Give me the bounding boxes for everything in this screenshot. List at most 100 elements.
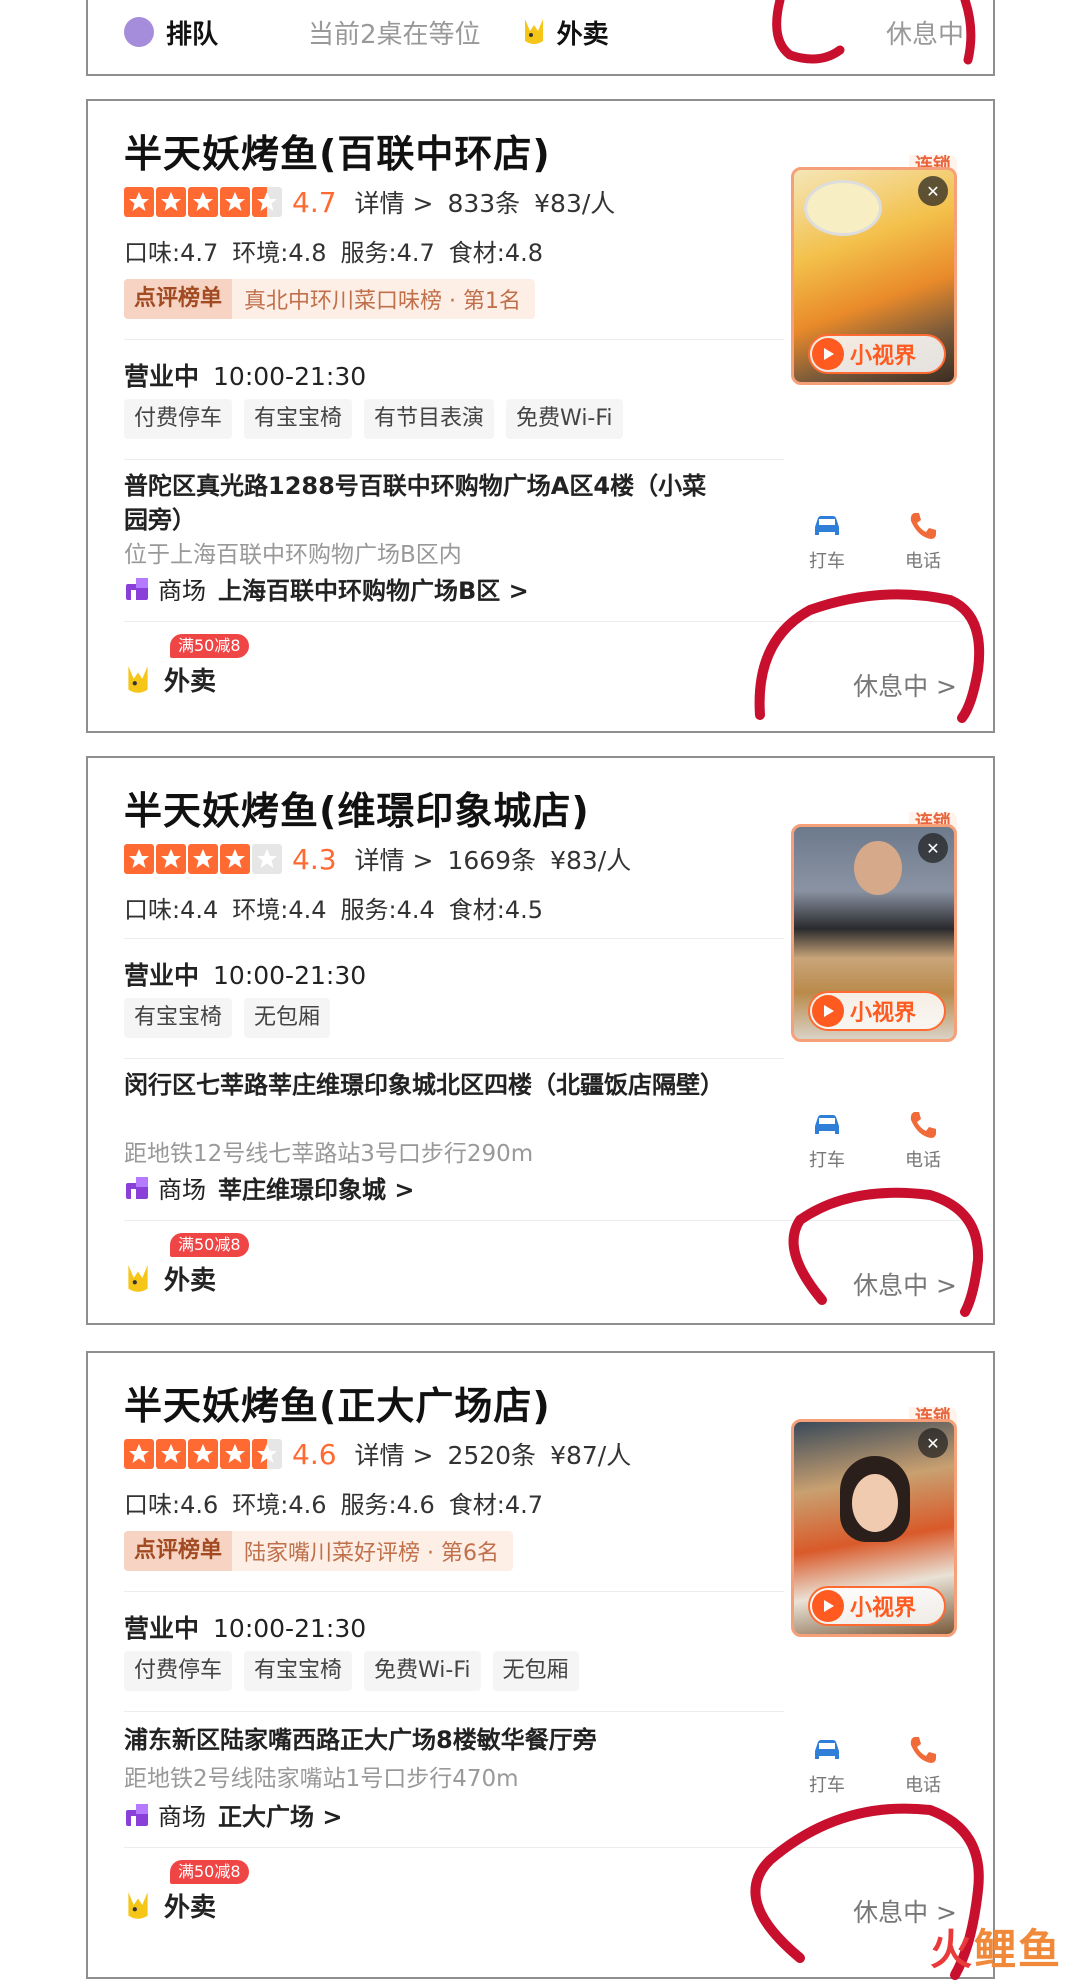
takeout-status[interactable]: 休息中: [886, 14, 964, 51]
play-icon: [812, 338, 844, 370]
takeout-row[interactable]: 外卖: [124, 1260, 216, 1297]
takeout-status[interactable]: 休息中 >: [853, 1266, 957, 1302]
sub-score: 环境:4.8: [232, 239, 327, 267]
ranking-banner[interactable]: 点评榜单 真北中环川菜口味榜 · 第1名: [124, 279, 535, 319]
ranking-banner[interactable]: 点评榜单 陆家嘴川菜好评榜 · 第6名: [124, 1531, 513, 1571]
divider: [124, 621, 964, 622]
star-icon: [188, 844, 218, 874]
takeout-label: 外卖: [164, 1266, 217, 1296]
details-link[interactable]: 详情 >: [355, 841, 434, 877]
sub-score: 口味:4.4: [124, 896, 219, 924]
facility-tag: 付费停车: [124, 399, 233, 439]
sub-scores: 口味:4.4 环境:4.4 服务:4.4 食材:4.5: [124, 890, 543, 925]
close-icon[interactable]: ✕: [918, 833, 948, 863]
restaurant-title[interactable]: 半天妖烤鱼(正大广场店): [124, 1375, 551, 1430]
details-link[interactable]: 详情 >: [355, 184, 434, 220]
star-icon: [156, 844, 186, 874]
sub-score: 服务:4.6: [340, 1491, 435, 1519]
video-label: 小视界: [850, 344, 917, 369]
video-thumbnail[interactable]: ✕ 小视界: [791, 824, 957, 1042]
restaurant-card-partial[interactable]: 排队 当前2桌在等位 外卖 休息中: [86, 0, 995, 76]
ranking-badge: 点评榜单: [124, 279, 233, 319]
facility-tag: 付费停车: [124, 1651, 233, 1691]
mall-link[interactable]: 商场 上海百联中环购物广场B区 >: [124, 571, 529, 606]
watermark-logo: 火鲤鱼: [930, 1916, 1062, 1977]
play-icon: [812, 995, 844, 1027]
hours-range: 10:00-21:30: [213, 961, 367, 990]
restaurant-card[interactable]: 半天妖烤鱼(正大广场店) 4.6 详情 > 2520条 ¥87/人 口味:4.6…: [86, 1351, 995, 1979]
close-icon[interactable]: ✕: [918, 1428, 948, 1458]
sub-score: 食材:4.5: [448, 896, 544, 924]
sub-scores: 口味:4.6 环境:4.6 服务:4.6 食材:4.7: [124, 1485, 543, 1520]
address[interactable]: 闵行区七莘路莘庄维璟印象城北区四楼（北疆饭店隔壁）: [124, 1068, 724, 1102]
price-per-person: ¥87/人: [550, 1441, 632, 1470]
video-thumbnail[interactable]: ✕ 小视界: [791, 167, 957, 385]
mall-label: 商场: [158, 1803, 206, 1831]
phone-icon: [910, 1737, 936, 1763]
sub-score: 口味:4.7: [124, 239, 219, 267]
half-star-icon: [252, 1439, 282, 1469]
nearby-info: 距地铁2号线陆家嘴站1号口步行470m: [124, 1766, 519, 1792]
action-buttons: 打车 电话: [799, 1733, 951, 1797]
star-rating: [124, 1439, 282, 1469]
restaurant-title[interactable]: 半天妖烤鱼(百联中环店): [124, 123, 551, 178]
mall-link[interactable]: 商场 莘庄维璟印象城 >: [124, 1170, 414, 1205]
phone-icon: [910, 513, 936, 539]
address[interactable]: 浦东新区陆家嘴西路正大广场8楼敏华餐厅旁: [124, 1723, 724, 1757]
person-image: [854, 841, 902, 895]
phone-button[interactable]: 电话: [895, 509, 951, 573]
queue-label: 排队: [166, 19, 219, 50]
takeout-label: 外卖: [164, 1893, 217, 1923]
takeout-row[interactable]: 外卖: [124, 661, 216, 698]
star-icon: [124, 1439, 154, 1469]
promo-badge: 满50减8: [170, 634, 249, 658]
taxi-label: 打车: [809, 1775, 845, 1796]
sub-score: 环境:4.4: [232, 896, 327, 924]
empty-star-icon: [252, 844, 282, 874]
takeout-label[interactable]: 外卖: [557, 14, 609, 51]
takeout-status[interactable]: 休息中 >: [853, 667, 957, 703]
star-icon: [188, 1439, 218, 1469]
phone-button[interactable]: 电话: [895, 1733, 951, 1797]
action-buttons: 打车 电话: [799, 1108, 951, 1172]
takeout-icon: [128, 665, 148, 693]
restaurant-title[interactable]: 半天妖烤鱼(维璟印象城店): [124, 780, 590, 835]
facility-tag: 有宝宝椅: [124, 998, 233, 1038]
taxi-button[interactable]: 打车: [799, 1733, 855, 1797]
nearby-info: 距地铁12号线七莘路站3号口步行290m: [124, 1141, 534, 1167]
sub-score: 服务:4.7: [340, 239, 435, 267]
mall-link[interactable]: 商场 正大广场 >: [124, 1797, 342, 1832]
mall-name: 上海百联中环购物广场B区 >: [218, 577, 529, 605]
taxi-button[interactable]: 打车: [799, 1108, 855, 1172]
business-hours: 营业中 10:00-21:30: [124, 1609, 366, 1645]
rating-score: 4.3: [292, 842, 337, 876]
sub-score: 环境:4.6: [232, 1491, 327, 1519]
takeout-row[interactable]: 外卖: [124, 1887, 216, 1924]
star-icon: [156, 187, 186, 217]
taxi-button[interactable]: 打车: [799, 509, 855, 573]
address[interactable]: 普陀区真光路1288号百联中环购物广场A区4楼（小菜园旁）: [124, 469, 724, 537]
facility-tags: 付费停车 有宝宝椅 免费Wi-Fi 无包厢: [124, 1651, 579, 1691]
taxi-label: 打车: [809, 1150, 845, 1171]
video-label: 小视界: [850, 1596, 917, 1621]
takeout-icon: [524, 19, 543, 44]
play-icon: [812, 1590, 844, 1622]
open-status: 营业中: [124, 362, 200, 391]
price-per-person: ¥83/人: [534, 189, 616, 218]
video-thumbnail[interactable]: ✕ 小视界: [791, 1419, 957, 1637]
facility-tags: 付费停车 有宝宝椅 有节目表演 免费Wi-Fi: [124, 399, 623, 439]
rating-row: 4.6 详情 > 2520条 ¥87/人: [124, 1437, 631, 1471]
takeout-icon: [128, 1264, 148, 1292]
restaurant-card[interactable]: 半天妖烤鱼(维璟印象城店) 4.3 详情 > 1669条 ¥83/人 口味:4.…: [86, 756, 995, 1325]
open-status: 营业中: [124, 1614, 200, 1643]
restaurant-card[interactable]: 半天妖烤鱼(百联中环店) 4.7 详情 > 833条 ¥83/人 口味:4.7 …: [86, 99, 995, 733]
phone-label: 电话: [905, 1775, 941, 1796]
details-link[interactable]: 详情 >: [355, 1436, 434, 1472]
review-count: 833条: [447, 189, 521, 218]
car-icon: [815, 516, 839, 535]
mall-icon: [126, 1803, 148, 1826]
phone-button[interactable]: 电话: [895, 1108, 951, 1172]
video-badge: 小视界: [808, 1586, 946, 1626]
close-icon[interactable]: ✕: [918, 176, 948, 206]
face-image: [852, 1474, 898, 1532]
